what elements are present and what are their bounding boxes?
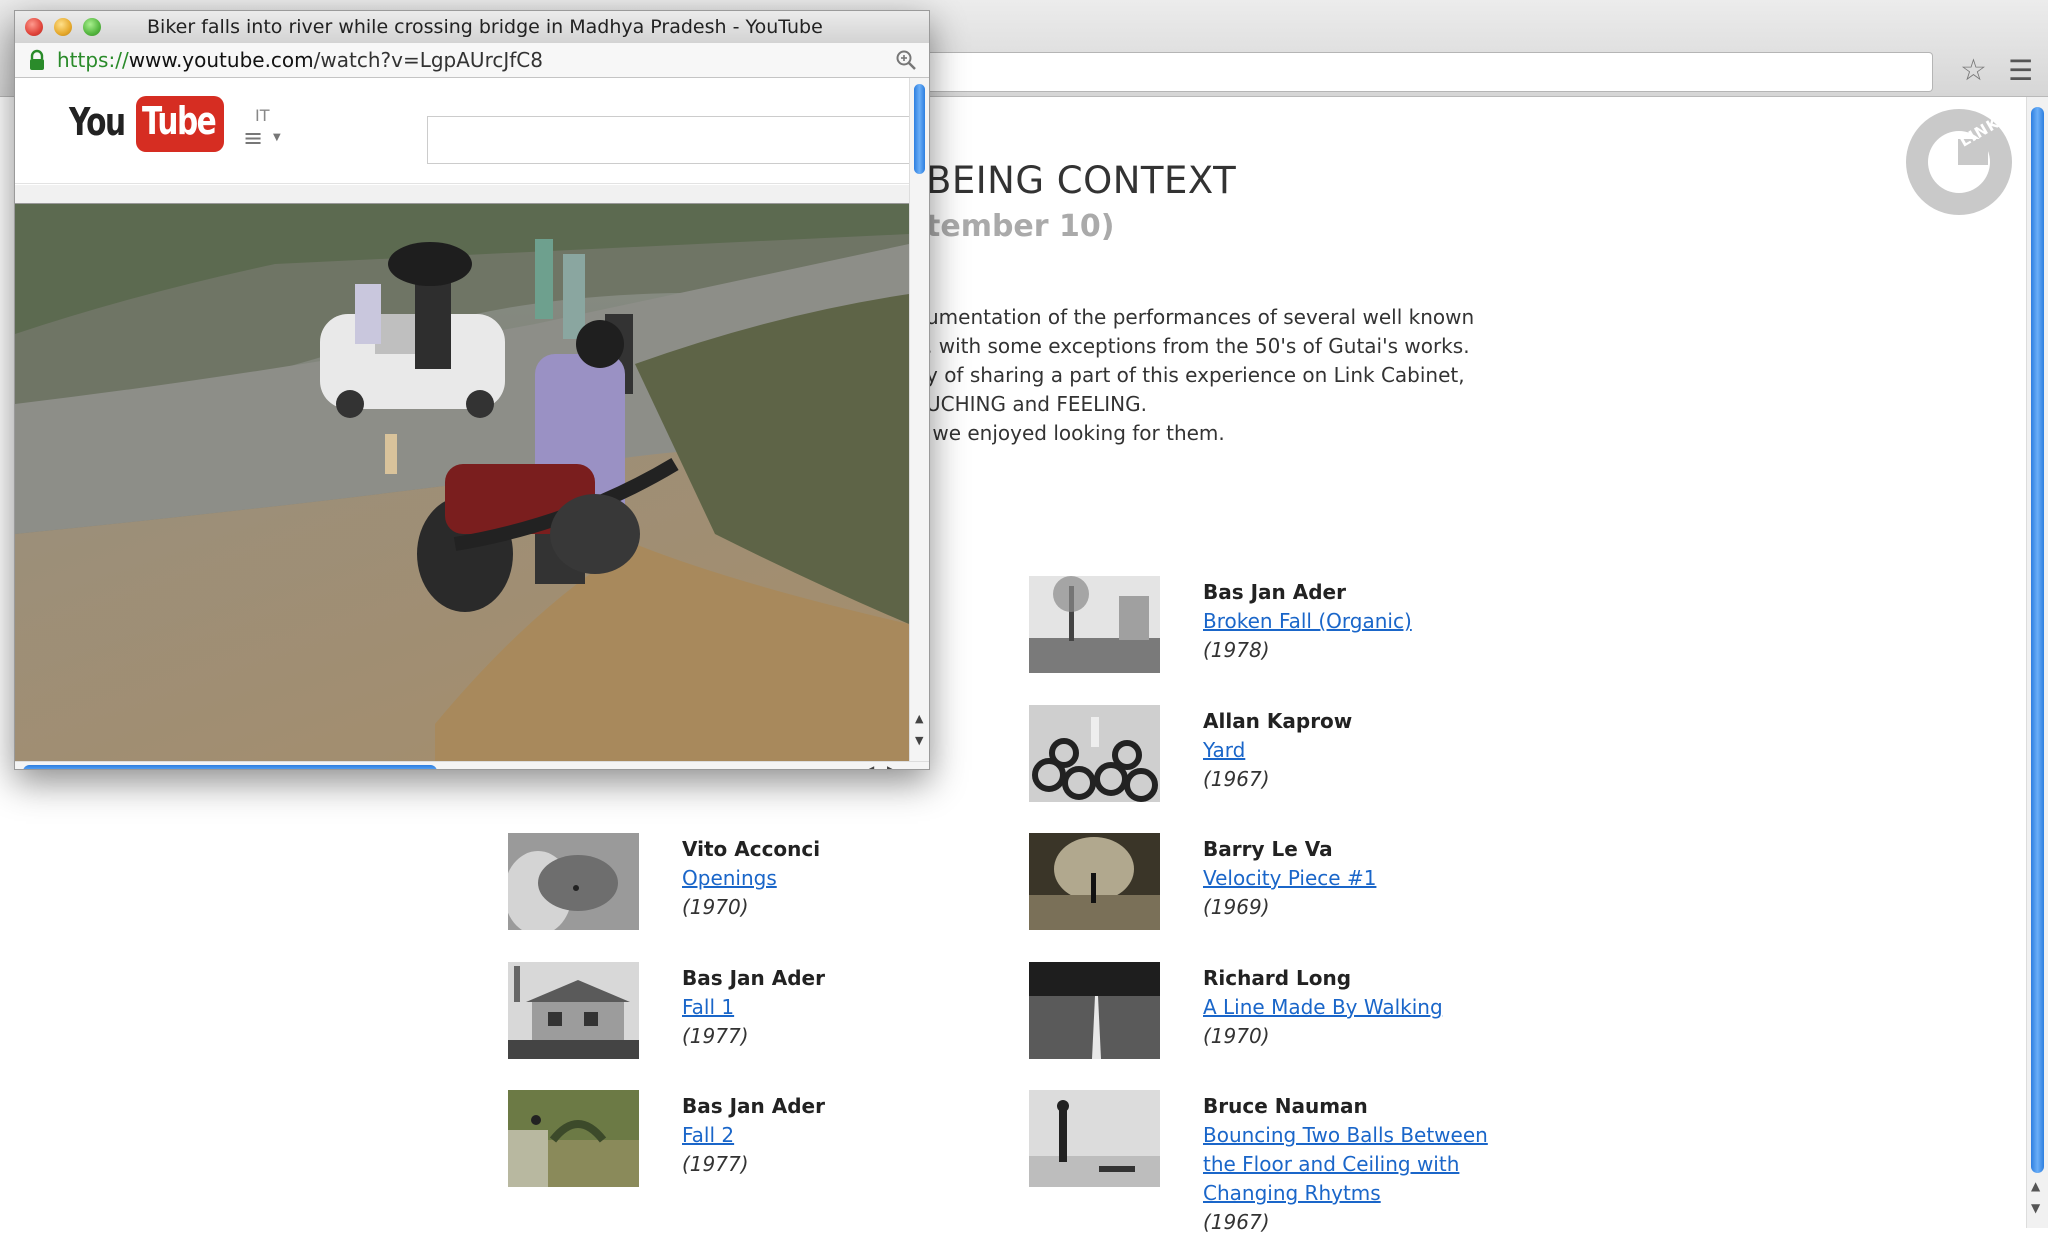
intro-line: , with some exceptions from the 50's of … — [926, 334, 1470, 358]
window-minimize-button[interactable] — [54, 18, 72, 36]
guide-menu-icon[interactable]: ≡ — [243, 126, 263, 150]
work-year: (1967) — [1203, 1210, 1270, 1234]
popup-url-text[interactable]: https://www.youtube.com/watch?v=LgpAUrcJ… — [57, 48, 543, 72]
url-path: /watch?v=LgpAUrcJfC8 — [313, 48, 543, 72]
work-year: (1970) — [682, 895, 749, 919]
work-item: Bas Jan Ader Broken Fall (Organic) (1978… — [1029, 576, 1629, 686]
work-info: Bas Jan Ader Fall 2 (1977) — [682, 1092, 1002, 1179]
work-thumbnail[interactable] — [1029, 833, 1160, 930]
work-item: Allan Kaprow Yard (1967) — [1029, 705, 1629, 815]
work-title-link[interactable]: Broken Fall (Organic) — [1203, 607, 1523, 636]
work-artist: Bas Jan Ader — [682, 1094, 825, 1118]
work-year: (1978) — [1203, 638, 1270, 662]
work-info: Richard Long A Line Made By Walking (197… — [1203, 964, 1523, 1051]
window-close-button[interactable] — [25, 18, 43, 36]
work-artist: Barry Le Va — [1203, 837, 1333, 861]
popup-vertical-scroll-thumb[interactable] — [914, 84, 925, 174]
logo-tube-box: Tube — [136, 96, 224, 152]
video-frame — [15, 204, 909, 761]
work-info: Allan Kaprow Yard (1967) — [1203, 707, 1523, 794]
work-item: Bas Jan Ader Fall 2 (1977) — [508, 1090, 1108, 1200]
work-info: Bas Jan Ader Broken Fall (Organic) (1978… — [1203, 578, 1523, 665]
work-artist: Bas Jan Ader — [682, 966, 825, 990]
work-thumbnail[interactable] — [1029, 1090, 1160, 1187]
work-thumbnail[interactable] — [508, 962, 639, 1059]
main-vertical-scrollbar[interactable]: ▲ ▼ — [2026, 97, 2048, 1228]
work-year: (1977) — [682, 1152, 749, 1176]
chevron-down-icon[interactable]: ▼ — [273, 132, 281, 143]
work-info: Bruce Nauman Bouncing Two Balls Between … — [1203, 1092, 1523, 1237]
work-item: Bruce Nauman Bouncing Two Balls Between … — [1029, 1090, 1629, 1234]
star-icon[interactable]: ☆ — [1960, 54, 1987, 88]
work-year: (1977) — [682, 1024, 749, 1048]
work-item: Barry Le Va Velocity Piece #1 (1969) — [1029, 833, 1629, 943]
work-title-link[interactable]: Bouncing Two Balls Between the Floor and… — [1203, 1121, 1503, 1208]
work-title-link[interactable]: Openings — [682, 864, 1002, 893]
window-zoom-button[interactable] — [83, 18, 101, 36]
popup-titlebar[interactable]: Biker falls into river while crossing br… — [15, 11, 929, 43]
work-title-link[interactable]: A Line Made By Walking — [1203, 993, 1523, 1022]
url-scheme: https:// — [57, 48, 129, 72]
logo-tube-text: Tube — [142, 99, 217, 143]
work-thumbnail[interactable] — [1029, 705, 1160, 802]
intro-line: we enjoyed looking for them. — [926, 421, 1225, 445]
youtube-header-band — [15, 185, 909, 204]
work-thumbnail[interactable] — [508, 1090, 639, 1187]
work-year: (1969) — [1203, 895, 1270, 919]
work-info: Bas Jan Ader Fall 1 (1977) — [682, 964, 1002, 1051]
url-host: www.youtube.com — [128, 48, 314, 72]
work-item: Bas Jan Ader Fall 1 (1977) — [508, 962, 1108, 1072]
work-thumbnail[interactable] — [1029, 576, 1160, 673]
youtube-header: You Tube IT ≡ ▼ — [15, 78, 909, 184]
popup-vertical-scrollbar[interactable]: ▲ ▼ — [909, 78, 929, 761]
page-subtitle: tember 10) — [926, 209, 1115, 244]
work-artist: Bruce Nauman — [1203, 1094, 1368, 1118]
work-title-link[interactable]: Velocity Piece #1 — [1203, 864, 1523, 893]
scroll-right-arrow-icon[interactable]: ▶ — [887, 763, 896, 769]
scroll-down-arrow-icon[interactable]: ▼ — [915, 734, 923, 747]
link-cabinet-logo[interactable]: LINK — [1906, 109, 2012, 215]
work-year: (1970) — [1203, 1024, 1270, 1048]
work-artist: Allan Kaprow — [1203, 709, 1353, 733]
hamburger-menu-icon[interactable]: ☰ — [2008, 54, 2033, 88]
work-item: Vito Acconci Openings (1970) — [508, 833, 1108, 943]
popup-address-bar[interactable]: https://www.youtube.com/watch?v=LgpAUrcJ… — [15, 43, 929, 78]
page-title: BEING CONTEXT — [926, 159, 1237, 202]
intro-line: UCHING and FEELING. — [926, 392, 1147, 416]
work-title-link[interactable]: Fall 1 — [682, 993, 1002, 1022]
youtube-popup-window: Biker falls into river while crossing br… — [14, 10, 930, 770]
intro-text: umentation of the performances of severa… — [926, 303, 1546, 448]
work-artist: Bas Jan Ader — [1203, 580, 1346, 604]
zoom-icon[interactable] — [895, 49, 917, 71]
lock-icon — [27, 49, 47, 71]
scroll-up-arrow-icon[interactable]: ▲ — [915, 712, 923, 725]
work-thumbnail[interactable] — [1029, 962, 1160, 1059]
youtube-search-input[interactable] — [427, 116, 909, 164]
work-title-link[interactable]: Yard — [1203, 736, 1523, 765]
main-address-bar[interactable] — [928, 52, 1933, 92]
country-code: IT — [255, 106, 270, 125]
intro-line: umentation of the performances of severa… — [926, 305, 1475, 329]
work-info: Vito Acconci Openings (1970) — [682, 835, 1002, 922]
work-info: Barry Le Va Velocity Piece #1 (1969) — [1203, 835, 1523, 922]
intro-line: y of sharing a part of this experience o… — [926, 363, 1465, 387]
scroll-left-arrow-icon[interactable]: ◀ — [865, 763, 874, 769]
logo-you-text: You — [69, 100, 126, 144]
video-player[interactable] — [15, 204, 909, 761]
scroll-down-arrow-icon[interactable]: ▼ — [2031, 1201, 2040, 1215]
work-artist: Richard Long — [1203, 966, 1352, 990]
scroll-up-arrow-icon[interactable]: ▲ — [2031, 1179, 2040, 1193]
popup-horizontal-scrollbar[interactable]: ◀ ▶ — [15, 761, 929, 769]
popup-window-title: Biker falls into river while crossing br… — [147, 16, 823, 38]
popup-horizontal-scroll-thumb[interactable] — [23, 765, 437, 769]
work-artist: Vito Acconci — [682, 837, 821, 861]
work-thumbnail[interactable] — [508, 833, 639, 930]
work-item: Richard Long A Line Made By Walking (197… — [1029, 962, 1629, 1072]
main-scroll-thumb[interactable] — [2031, 107, 2044, 1173]
work-year: (1967) — [1203, 767, 1270, 791]
work-title-link[interactable]: Fall 2 — [682, 1121, 1002, 1150]
